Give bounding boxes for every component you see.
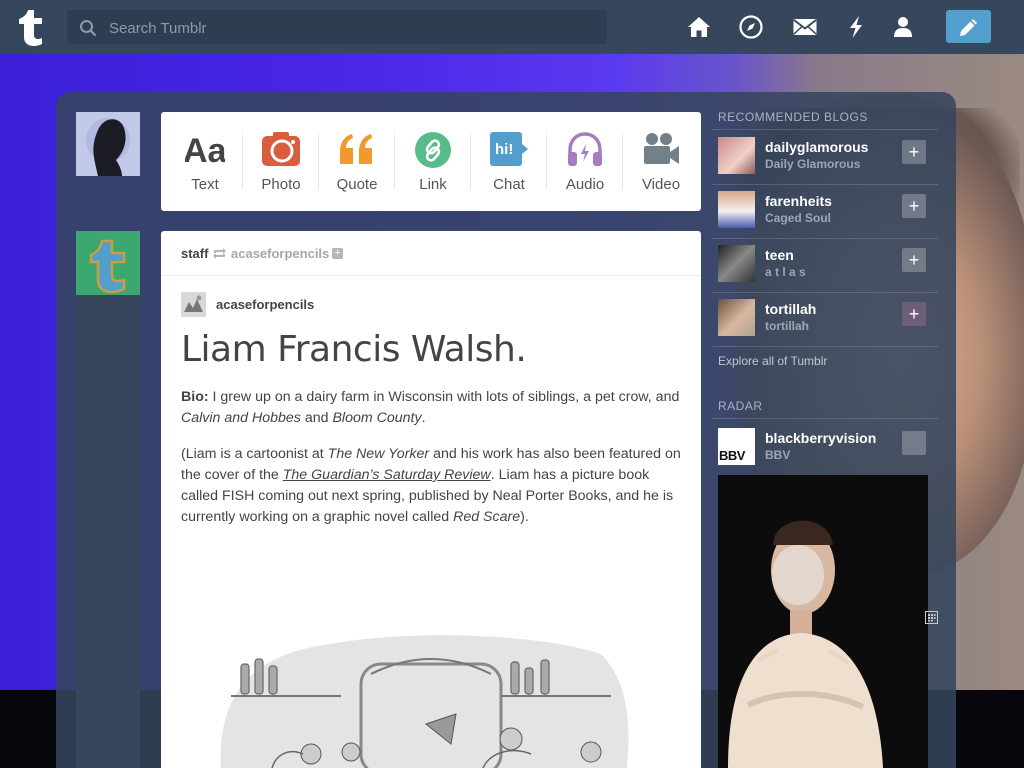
post-type-label: Chat (493, 176, 525, 193)
account-person-icon[interactable] (890, 14, 916, 40)
svg-text:Aa: Aa (185, 132, 225, 170)
blog-avatar (718, 191, 755, 228)
text-run: and (300, 410, 333, 426)
emphasis-text: Red Scare (453, 509, 521, 525)
post-type-video[interactable]: Video (623, 112, 699, 211)
reblog-icon (212, 247, 227, 265)
reblog-author-name[interactable]: acaseforpencils (216, 297, 314, 312)
blog-title: tortillah (765, 319, 809, 333)
post-body: Bio: I grew up on a dairy farm in Wiscon… (181, 387, 681, 543)
recommended-blog-item[interactable]: dailyglamorous Daily Glamorous + (712, 131, 938, 185)
post-type-audio[interactable]: Audio (547, 112, 623, 211)
follow-plus-icon[interactable]: + (902, 431, 926, 455)
blog-title: Caged Soul (765, 211, 832, 225)
blog-name: tortillah (765, 301, 817, 317)
blog-avatar (718, 137, 755, 174)
staff-avatar[interactable] (76, 231, 140, 295)
explore-compass-icon[interactable] (738, 14, 764, 40)
follow-plus-icon[interactable]: + (332, 248, 343, 259)
grid-menu-icon[interactable] (925, 611, 938, 624)
blog-name: farenheits (765, 193, 832, 209)
reblog-author-avatar[interactable] (181, 292, 206, 317)
post-type-label: Video (641, 176, 681, 193)
reblogged-from-link[interactable]: acaseforpencils (231, 246, 329, 261)
blog-avatar (718, 245, 755, 282)
blog-title: BBV (765, 448, 791, 462)
activity-bolt-icon[interactable] (843, 14, 869, 40)
cartoon-image (211, 624, 631, 768)
quote-icon (337, 130, 377, 170)
post-type-photo[interactable]: Photo (243, 112, 319, 211)
blog-avatar (718, 299, 755, 336)
post-type-label: Link (419, 176, 447, 193)
post-type-label: Quote (336, 176, 378, 193)
bio-paragraph: Bio: I grew up on a dairy farm in Wiscon… (181, 387, 681, 429)
blog-avatar: BBV (718, 428, 755, 465)
top-navigation-bar (0, 0, 1024, 54)
blog-name: blackberryvision (765, 430, 877, 446)
home-icon[interactable] (686, 14, 712, 40)
inbox-mail-icon[interactable] (792, 14, 818, 40)
blog-name: teen (765, 247, 794, 263)
compose-pencil-icon (960, 19, 977, 36)
video-camera-icon (641, 130, 681, 170)
emphasis-text: Bloom County (332, 410, 422, 426)
bio-label: Bio: (181, 389, 209, 405)
divider (712, 418, 938, 419)
text-run: (Liam is a cartoonist at (181, 446, 328, 462)
recommended-blogs-title: RECOMMENDED BLOGS (718, 110, 868, 124)
avatar-column (76, 295, 140, 768)
radar-photo[interactable] (718, 475, 928, 768)
text-run: ). (520, 509, 529, 525)
emphasis-text: Calvin and Hobbes (181, 410, 301, 426)
tumblr-logo-icon[interactable] (16, 6, 50, 46)
emphasis-text: The New Yorker (327, 446, 430, 462)
post-type-bar: Aa Text Photo Quote Link hi! Chat Audio … (161, 112, 701, 211)
radar-blog-item[interactable]: BBV blackberryvision BBV + (712, 422, 938, 476)
recommended-blog-item[interactable]: farenheits Caged Soul + (712, 185, 938, 239)
headphones-icon (565, 130, 605, 170)
recommended-blog-item[interactable]: tortillah tortillah + (712, 293, 938, 347)
avatar-text: BBV (719, 448, 745, 463)
svg-text:hi!: hi! (495, 141, 513, 158)
recommended-blog-item[interactable]: teen a t l a s + (712, 239, 938, 293)
camera-icon (261, 130, 301, 170)
blog-title: a t l a s (765, 265, 806, 279)
blog-name: dailyglamorous (765, 139, 869, 155)
search-icon (79, 19, 97, 42)
blog-title: Daily Glamorous (765, 157, 861, 171)
search-box (67, 10, 607, 46)
follow-plus-icon[interactable]: + (902, 248, 926, 272)
link-icon (413, 130, 453, 170)
post-title: Liam Francis Walsh. (181, 329, 527, 370)
text-run: . (421, 410, 426, 426)
divider (712, 346, 938, 347)
post-type-label: Text (191, 176, 219, 193)
text-run: I grew up on a dairy farm in Wisconsin w… (208, 389, 680, 405)
post-header: staff acaseforpencils + (161, 231, 701, 276)
explore-link[interactable]: Explore all of Tumblr (718, 354, 827, 368)
post-type-quote[interactable]: Quote (319, 112, 395, 211)
search-input[interactable] (107, 10, 591, 46)
divider (712, 129, 938, 130)
compose-button[interactable] (946, 10, 991, 43)
post-type-text[interactable]: Aa Text (167, 112, 243, 211)
guardian-link[interactable]: The Guardian’s Saturday Review (283, 467, 491, 483)
description-paragraph: (Liam is a cartoonist at The New Yorker … (181, 444, 681, 528)
post-blog-link[interactable]: staff (181, 246, 208, 261)
chat-bubble-icon: hi! (489, 130, 529, 170)
radar-title: RADAR (718, 399, 763, 413)
user-avatar[interactable] (76, 112, 140, 176)
follow-plus-icon[interactable]: + (902, 302, 926, 326)
follow-plus-icon[interactable]: + (902, 194, 926, 218)
post-type-label: Audio (565, 176, 605, 193)
dashboard-post: staff acaseforpencils + acaseforpencils … (161, 231, 701, 768)
post-type-chat[interactable]: hi! Chat (471, 112, 547, 211)
follow-plus-icon[interactable]: + (902, 140, 926, 164)
post-type-link[interactable]: Link (395, 112, 471, 211)
text-aa-icon: Aa (183, 130, 228, 170)
post-type-label: Photo (261, 176, 301, 193)
